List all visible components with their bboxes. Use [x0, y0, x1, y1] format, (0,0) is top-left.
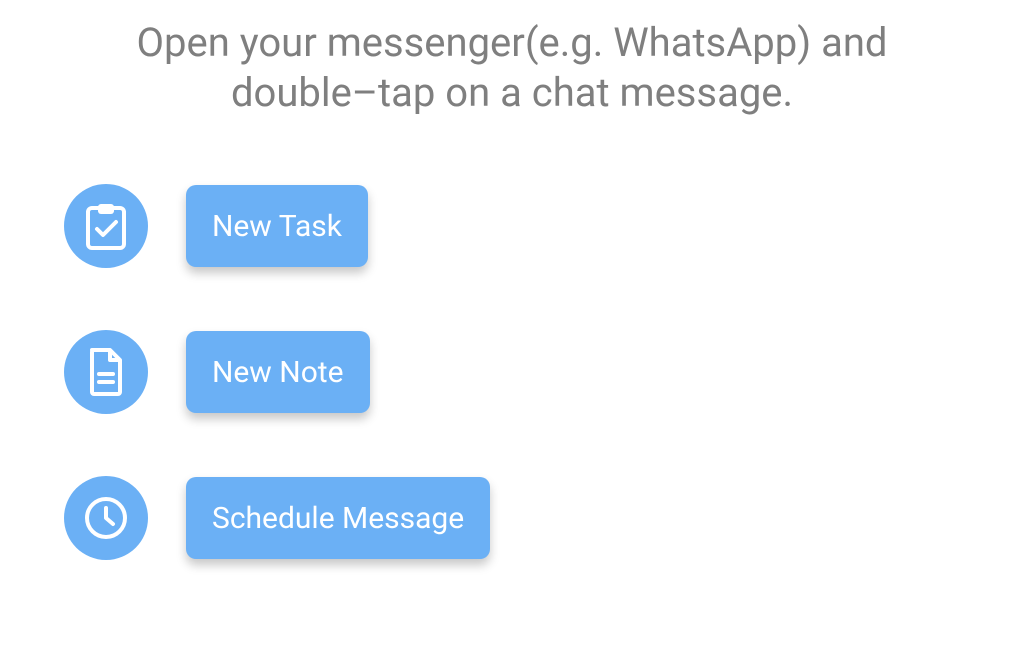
instruction-text: Open your messenger(e.g. WhatsApp) and d…: [0, 0, 1024, 118]
document-icon: [86, 348, 126, 396]
action-row-schedule-message: Schedule Message: [64, 476, 1024, 560]
new-task-button[interactable]: New Task: [186, 185, 368, 267]
actions-list: New Task New Note Sche: [0, 118, 1024, 560]
new-note-button[interactable]: New Note: [186, 331, 370, 413]
clock-icon: [82, 494, 130, 542]
schedule-message-button[interactable]: Schedule Message: [186, 477, 490, 559]
schedule-message-icon-button[interactable]: [64, 476, 148, 560]
action-row-new-note: New Note: [64, 330, 1024, 414]
clipboard-check-icon: [85, 202, 127, 250]
new-note-icon-button[interactable]: [64, 330, 148, 414]
new-task-icon-button[interactable]: [64, 184, 148, 268]
action-row-new-task: New Task: [64, 184, 1024, 268]
